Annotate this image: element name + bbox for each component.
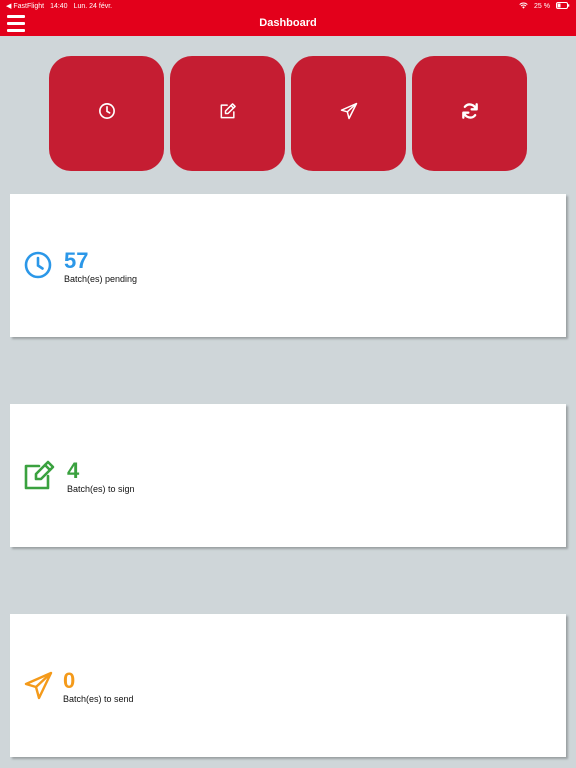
status-date: Lun. 24 févr.: [73, 2, 113, 10]
page-title: Dashboard: [259, 17, 317, 29]
edit-icon: [218, 101, 238, 126]
clock-icon: [98, 102, 116, 125]
sign-button[interactable]: [170, 56, 285, 171]
refresh-button[interactable]: [412, 56, 527, 171]
status-time: 14:40: [50, 2, 68, 10]
pending-button[interactable]: [49, 56, 164, 171]
carrier-label: ◀ FastFlight: [6, 3, 45, 10]
send-card[interactable]: 0 Batch(es) to send: [10, 614, 566, 757]
battery-percent: 25 %: [534, 2, 550, 10]
quick-actions: [49, 56, 527, 171]
sign-card[interactable]: 4 Batch(es) to sign: [10, 404, 566, 547]
sign-label: Batch(es) to sign: [67, 484, 135, 494]
pending-card[interactable]: 57 Batch(es) pending: [10, 194, 566, 337]
send-count: 0: [63, 668, 76, 693]
send-label: Batch(es) to send: [63, 694, 134, 704]
battery-icon: [556, 1, 570, 11]
send-button[interactable]: [291, 56, 406, 171]
edit-icon: [24, 459, 56, 496]
status-bar: ◀ FastFlight 14:40 Lun. 24 févr. 25 %: [0, 0, 576, 12]
pending-label: Batch(es) pending: [64, 274, 138, 284]
send-icon: [24, 670, 54, 705]
navigation-bar: Dashboard: [0, 12, 576, 36]
wifi-icon: [519, 1, 528, 11]
refresh-icon: [460, 101, 480, 126]
clock-icon: [24, 251, 52, 284]
pending-count: 57: [64, 248, 89, 273]
send-icon: [339, 101, 359, 126]
sign-count: 4: [67, 458, 80, 483]
